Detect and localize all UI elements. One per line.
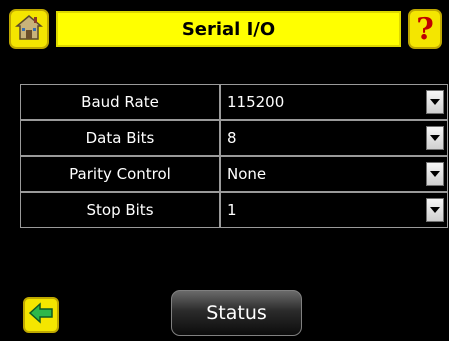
dropdown-value: None xyxy=(227,165,267,183)
help-icon: ? xyxy=(416,11,434,47)
dropdown-value: 1 xyxy=(227,201,237,219)
chevron-down-icon[interactable] xyxy=(426,126,444,150)
data-bits-dropdown[interactable]: 8 xyxy=(221,121,447,155)
stop-bits-dropdown[interactable]: 1 xyxy=(221,193,447,227)
home-icon xyxy=(14,13,44,45)
back-button[interactable] xyxy=(23,297,59,333)
setting-row-data-bits: Data Bits 8 xyxy=(21,121,447,157)
home-button[interactable] xyxy=(9,9,49,49)
parity-control-dropdown[interactable]: None xyxy=(221,157,447,191)
chevron-down-icon[interactable] xyxy=(426,90,444,114)
setting-label: Data Bits xyxy=(21,121,221,155)
setting-row-parity-control: Parity Control None xyxy=(21,157,447,193)
setting-label: Parity Control xyxy=(21,157,221,191)
chevron-down-icon[interactable] xyxy=(426,162,444,186)
serial-settings-table: Baud Rate 115200 Data Bits 8 Parity Cont… xyxy=(20,84,448,228)
back-arrow-icon xyxy=(28,302,54,328)
setting-label: Stop Bits xyxy=(21,193,221,227)
dropdown-value: 115200 xyxy=(227,93,285,111)
dropdown-value: 8 xyxy=(227,129,237,147)
status-button[interactable]: Status xyxy=(171,290,302,336)
setting-row-stop-bits: Stop Bits 1 xyxy=(21,193,447,227)
chevron-down-icon[interactable] xyxy=(426,198,444,222)
page-title: Serial I/O xyxy=(56,11,401,47)
setting-row-baud-rate: Baud Rate 115200 xyxy=(21,85,447,121)
setting-label: Baud Rate xyxy=(21,85,221,119)
help-button[interactable]: ? xyxy=(408,9,442,49)
baud-rate-dropdown[interactable]: 115200 xyxy=(221,85,447,119)
